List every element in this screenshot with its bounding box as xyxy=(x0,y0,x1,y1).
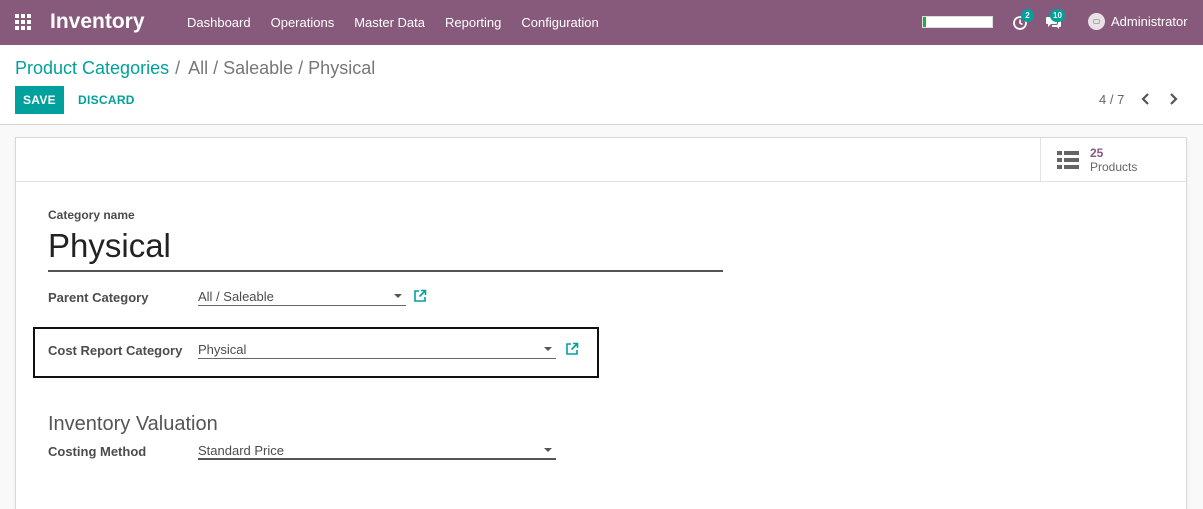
progress-fill xyxy=(923,17,927,27)
app-name[interactable]: Inventory xyxy=(50,10,145,34)
products-label: Products xyxy=(1090,159,1138,174)
breadcrumb: Product Categories / All / Saleable / Ph… xyxy=(15,58,375,79)
user-name: Administrator xyxy=(1111,14,1188,29)
cost-report-external-link[interactable] xyxy=(565,342,579,356)
products-smart-button[interactable]: 25 Products xyxy=(1040,138,1186,181)
apps-grid-icon[interactable] xyxy=(15,14,33,30)
costing-method-value: Standard Price xyxy=(198,443,284,458)
onboarding-progress-bar[interactable] xyxy=(922,16,993,28)
external-link-icon xyxy=(414,289,427,302)
products-count: 25 xyxy=(1090,145,1104,160)
parent-category-select[interactable]: All / Saleable xyxy=(198,286,406,306)
chevron-right-icon xyxy=(1170,93,1178,105)
costing-method-label: Costing Method xyxy=(48,444,147,459)
activity-count-badge: 2 xyxy=(1021,9,1034,22)
breadcrumb-parent[interactable]: Product Categories xyxy=(15,58,169,79)
parent-category-label: Parent Category xyxy=(48,290,149,305)
messages-button[interactable]: 10 xyxy=(1045,9,1065,32)
menu-item-master-data[interactable]: Master Data xyxy=(344,15,435,30)
menu-item-dashboard[interactable]: Dashboard xyxy=(177,15,261,30)
cost-report-category-label: Cost Report Category xyxy=(48,343,183,358)
user-menu[interactable]: Administrator xyxy=(1088,13,1188,30)
inventory-valuation-title: Inventory Valuation xyxy=(48,413,218,435)
breadcrumb-current: All / Saleable / Physical xyxy=(188,58,376,78)
chevron-left-icon xyxy=(1141,93,1149,105)
category-name-label: Category name xyxy=(48,208,135,222)
cost-report-category-value: Physical xyxy=(198,342,247,357)
menu-item-reporting[interactable]: Reporting xyxy=(435,15,511,30)
smart-button-box: 25 Products xyxy=(16,138,1186,182)
activities-button[interactable]: 2 xyxy=(1011,9,1034,32)
caret-down-icon xyxy=(544,448,552,452)
pager-next-button[interactable] xyxy=(1165,91,1181,107)
parent-category-value: All / Saleable xyxy=(198,289,274,304)
main-menu: Dashboard Operations Master Data Reporti… xyxy=(177,0,609,45)
list-icon xyxy=(1057,150,1079,169)
discard-button[interactable]: DISCARD xyxy=(70,86,143,114)
cost-report-category-select[interactable]: Physical xyxy=(198,339,556,359)
pager-previous-button[interactable] xyxy=(1138,91,1154,107)
costing-method-select[interactable]: Standard Price xyxy=(198,440,556,460)
caret-down-icon xyxy=(394,294,402,298)
top-navbar: Inventory Dashboard Operations Master Da… xyxy=(0,0,1203,45)
category-name-input[interactable]: Physical xyxy=(48,226,723,272)
menu-item-operations[interactable]: Operations xyxy=(261,15,345,30)
external-link-icon xyxy=(566,342,579,355)
avatar xyxy=(1088,13,1105,30)
menu-item-configuration[interactable]: Configuration xyxy=(511,15,608,30)
pager-value[interactable]: 4 / 7 xyxy=(1099,92,1124,107)
message-count-badge: 10 xyxy=(1050,9,1065,22)
caret-down-icon xyxy=(544,347,552,351)
form-sheet: 25 Products xyxy=(15,137,1187,509)
save-button[interactable]: SAVE xyxy=(15,86,64,114)
breadcrumb-separator: / xyxy=(175,58,181,78)
parent-category-external-link[interactable] xyxy=(413,289,427,303)
